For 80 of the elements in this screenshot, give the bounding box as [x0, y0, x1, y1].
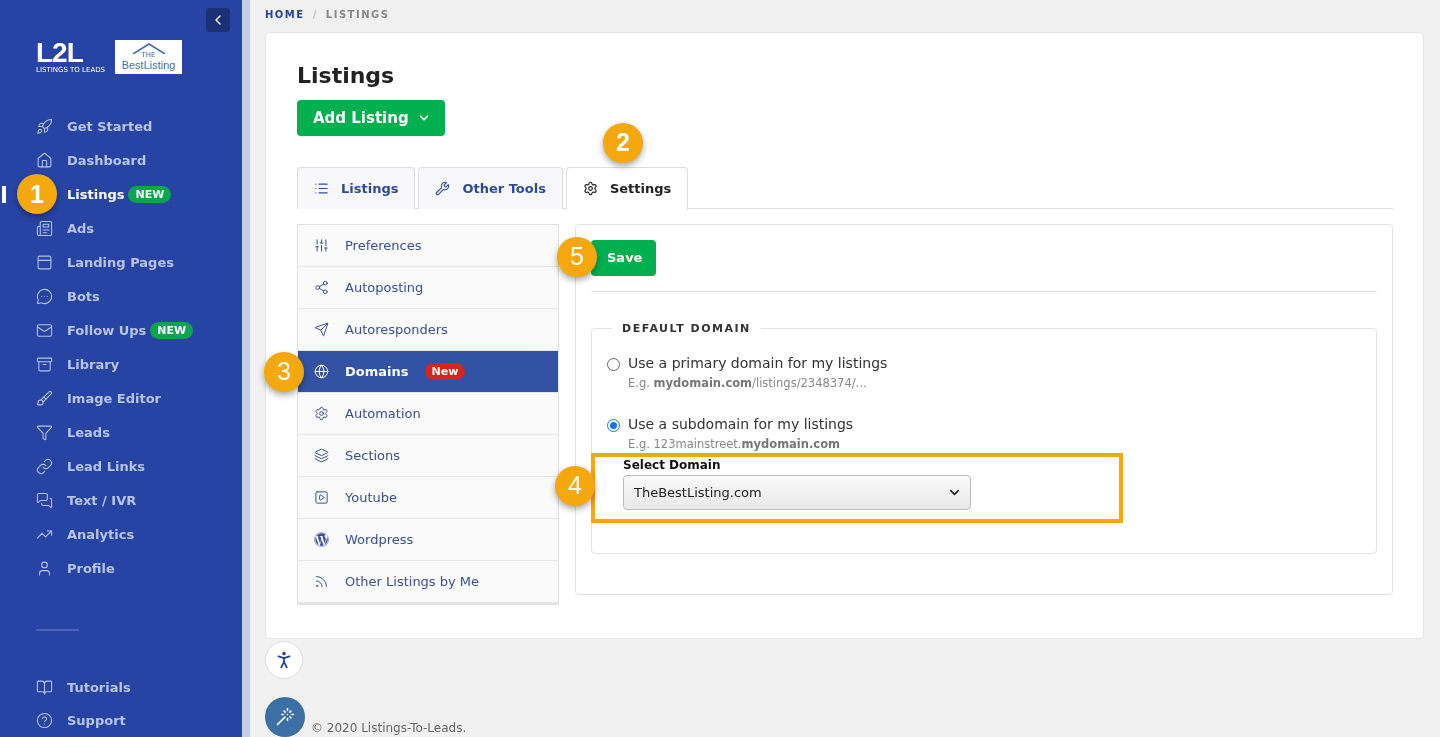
- new-badge: NEW: [128, 185, 172, 203]
- walking-person-button[interactable]: [265, 641, 303, 679]
- archive-icon: [36, 355, 53, 373]
- share-icon: [314, 279, 329, 295]
- breadcrumb-separator: /: [312, 9, 318, 22]
- copyright-text: © 2020 Listings-To-Leads.: [311, 721, 467, 735]
- save-button[interactable]: Save: [591, 239, 657, 276]
- sliders-icon: [314, 237, 329, 253]
- nav-item[interactable]: Analytics: [0, 517, 242, 552]
- paper-plane-icon: [314, 321, 329, 337]
- nav-item[interactable]: Tutorials: [0, 671, 242, 705]
- callout-number: 3: [264, 351, 304, 392]
- callout-number: 4: [555, 465, 595, 506]
- nav-item[interactable]: Image Editor: [0, 381, 242, 416]
- option-label: Use a subdomain for my listings: [628, 415, 854, 432]
- play-icon: [314, 489, 329, 505]
- user-icon: [36, 559, 53, 577]
- nav-item[interactable]: Profile: [0, 551, 242, 586]
- help-icon: [36, 712, 53, 729]
- newspaper-icon: [36, 219, 53, 237]
- magic-wand-button[interactable]: [265, 697, 305, 737]
- wrench-icon: [435, 180, 451, 196]
- chat-bubble-icon: [36, 287, 53, 305]
- nav-item[interactable]: Library: [0, 347, 242, 382]
- envelope-icon: [36, 321, 53, 339]
- nav-item[interactable]: 1 Listings NEW: [0, 177, 242, 212]
- option-label: Use a primary domain for my listings: [628, 354, 888, 371]
- new-badge: New: [424, 362, 466, 380]
- rss-icon: [314, 573, 329, 589]
- layers-icon: [314, 447, 329, 463]
- nav-item[interactable]: Landing Pages: [0, 245, 242, 280]
- tab[interactable]: Listings: [297, 166, 416, 209]
- option-hint: E.g. 123mainstreet.mydomain.com: [628, 436, 842, 451]
- menu-item[interactable]: Other Listings by Me: [298, 560, 558, 603]
- add-listing-button[interactable]: Add Listing: [297, 99, 445, 136]
- wordpress-icon: [314, 531, 329, 547]
- nav-item[interactable]: Bots: [0, 279, 242, 314]
- logo-mark: L2L: [36, 39, 83, 68]
- menu-item[interactable]: Autoposting: [298, 266, 558, 309]
- chat-bubbles-icon: [36, 491, 53, 509]
- callout-number: 1: [17, 174, 57, 215]
- rocket-icon: [36, 117, 53, 135]
- funnel-icon: [36, 423, 53, 441]
- select-label: Select Domain: [623, 457, 722, 472]
- globe-icon: [314, 363, 329, 379]
- book-icon: [36, 679, 53, 697]
- gear-icon: [314, 405, 329, 421]
- menu-item[interactable]: Autoresponders: [298, 308, 558, 351]
- menu-item[interactable]: Wordpress: [298, 518, 558, 561]
- nav-item[interactable]: Lead Links: [0, 449, 242, 484]
- tab[interactable]: Other Tools: [418, 166, 563, 209]
- page-title: Listings: [297, 62, 396, 88]
- magic-wand-icon: [275, 707, 295, 727]
- menu-item[interactable]: Domains New: [298, 350, 558, 393]
- nav-item[interactable]: Leads: [0, 415, 242, 450]
- nav-item[interactable]: Get Started: [0, 109, 242, 144]
- house-icon: [36, 151, 53, 169]
- menu-item[interactable]: Preferences: [298, 224, 558, 267]
- callout-number: 2: [602, 122, 643, 163]
- menu-item[interactable]: Automation: [298, 392, 558, 435]
- breadcrumb-link[interactable]: LISTINGS: [325, 9, 390, 23]
- link-icon: [36, 457, 53, 475]
- nav-item[interactable]: Support: [0, 704, 242, 737]
- breadcrumb-link[interactable]: HOME: [265, 9, 305, 23]
- nav-item[interactable]: Text / IVR: [0, 483, 242, 518]
- menu-item[interactable]: Youtube: [298, 476, 558, 519]
- list-icon: [314, 180, 329, 196]
- scrollbar[interactable]: [242, 0, 250, 737]
- domain-select[interactable]: TheBestListing.com: [623, 474, 971, 510]
- option-hint: E.g. mydomain.com/listings/2348374/...: [628, 375, 868, 390]
- window-icon: [36, 253, 53, 271]
- brush-icon: [36, 389, 53, 407]
- settings-icon: [582, 180, 598, 196]
- collapse-button[interactable]: [206, 8, 230, 33]
- nav-item[interactable]: Follow Ups NEW: [0, 313, 242, 348]
- menu-item[interactable]: Sections: [298, 434, 558, 477]
- new-badge: NEW: [150, 321, 194, 339]
- callout-number: 5: [557, 236, 597, 277]
- group-legend: DEFAULT DOMAIN: [612, 321, 761, 335]
- active-indicator: [2, 186, 6, 204]
